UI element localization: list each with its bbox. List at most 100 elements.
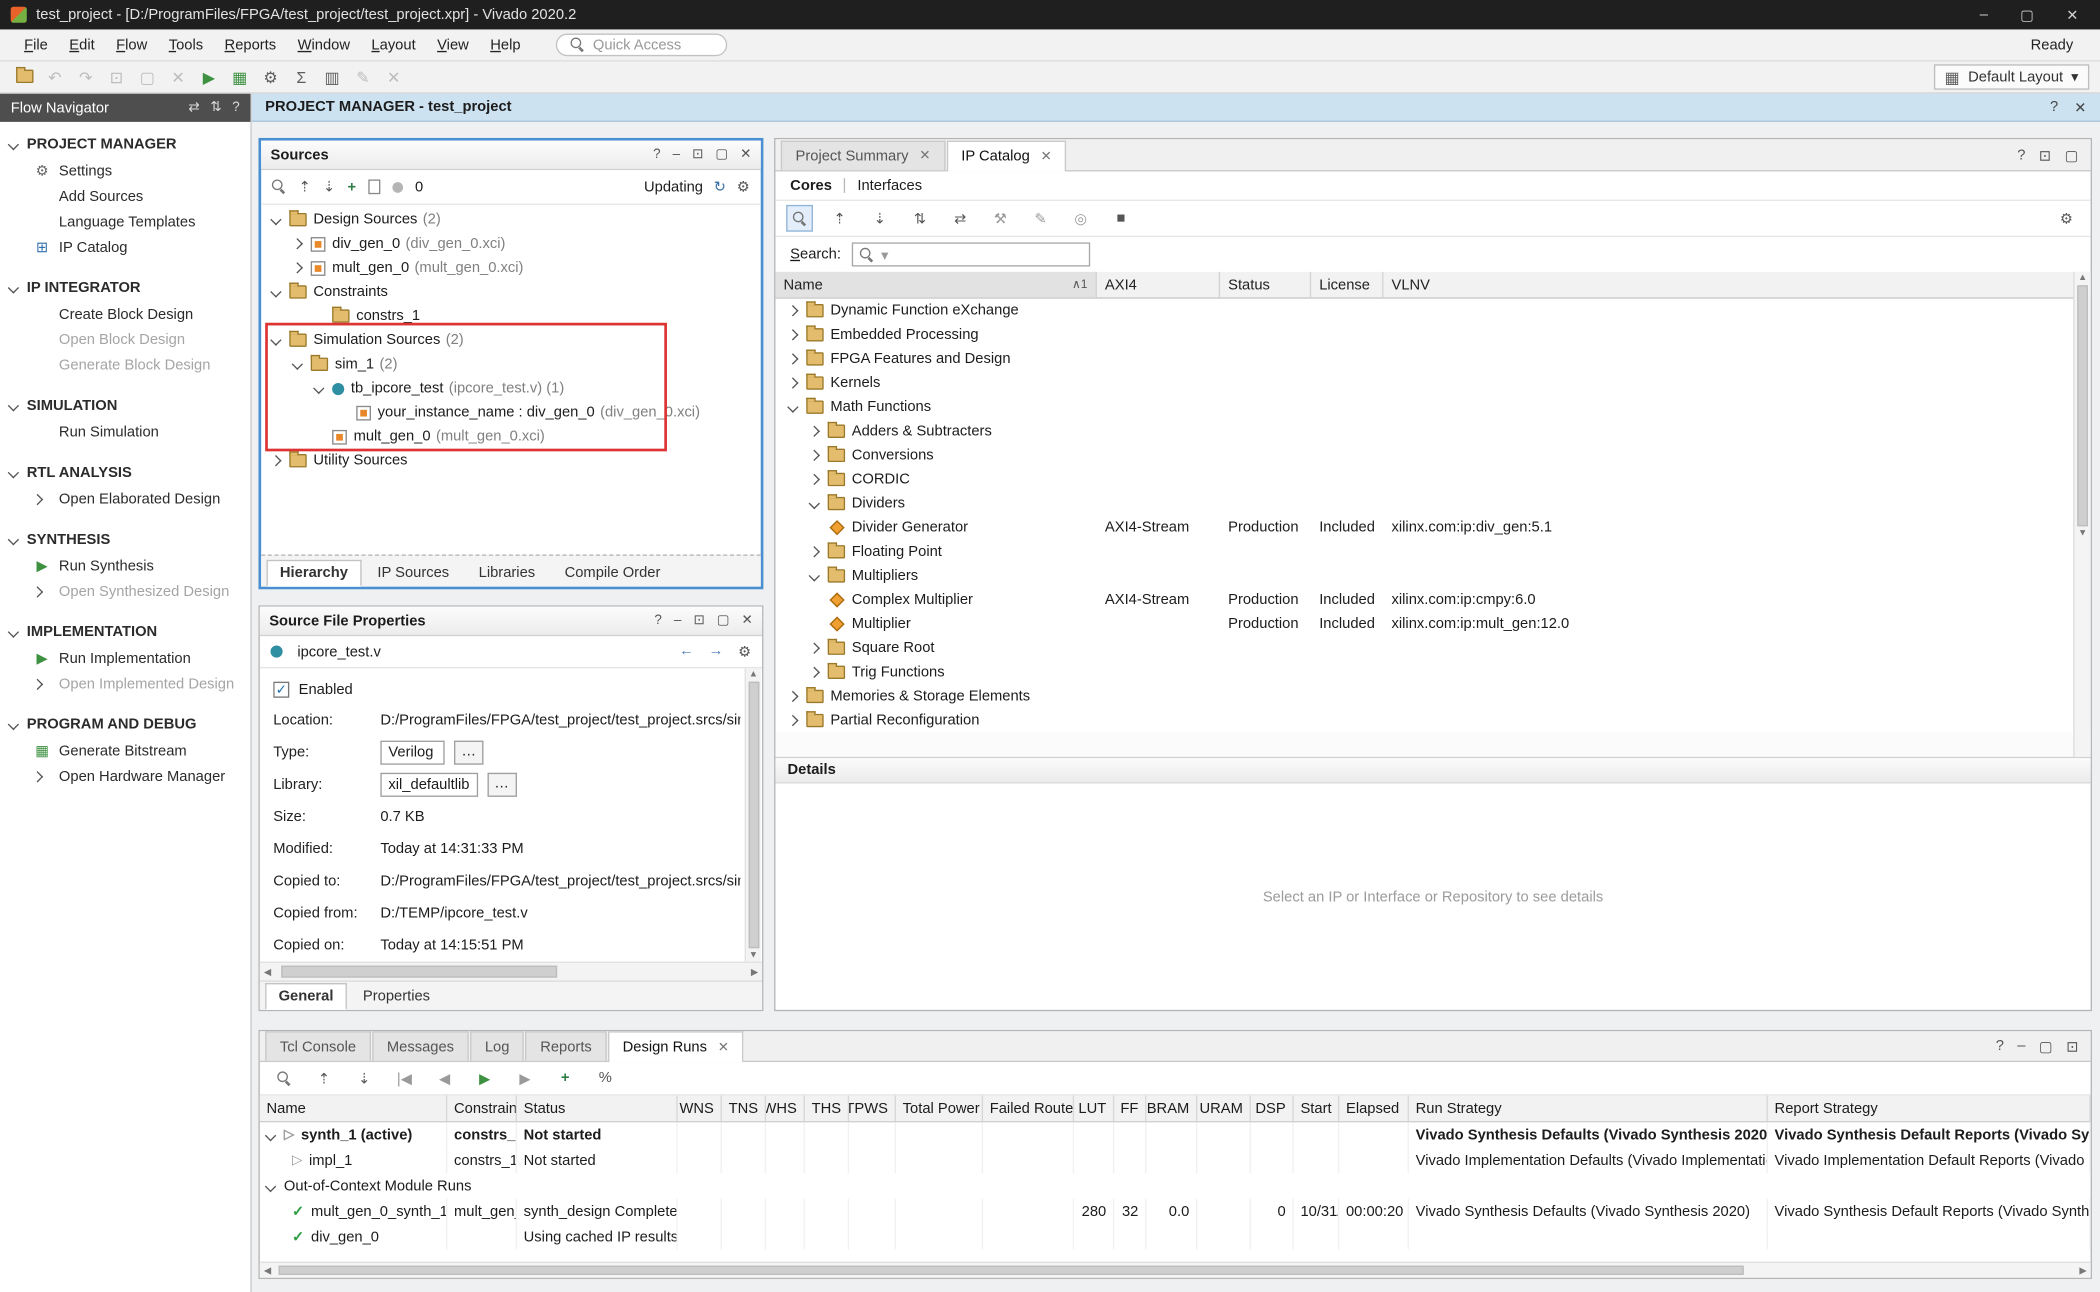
delete-icon[interactable]: ✕ xyxy=(165,68,192,87)
horizontal-scrollbar[interactable]: ◀ ▶ xyxy=(260,962,762,981)
expand-all-icon[interactable]: ⇣ xyxy=(323,178,335,195)
scroll-left-icon[interactable]: ◀ xyxy=(264,966,271,977)
sidebar-item-run-synthesis[interactable]: ▶Run Synthesis xyxy=(0,553,250,578)
create-run-icon[interactable]: + xyxy=(552,1065,579,1092)
scrollbar-thumb[interactable] xyxy=(281,966,557,978)
help-icon[interactable]: ? xyxy=(653,147,660,162)
chevron-down-icon[interactable] xyxy=(313,383,324,394)
run-icon[interactable]: ▶ xyxy=(196,68,223,87)
subtab-cores[interactable]: Cores xyxy=(790,177,832,193)
menu-reports[interactable]: Reports xyxy=(214,33,287,57)
scrollbar-thumb[interactable] xyxy=(279,1266,1744,1275)
launch-run-icon[interactable]: ▶ xyxy=(471,1065,498,1092)
column-header-report-strategy[interactable]: Report Strategy xyxy=(1768,1096,2091,1121)
scroll-right-icon[interactable]: ▶ xyxy=(751,966,758,977)
chevron-right-icon[interactable] xyxy=(787,715,798,726)
expand-all-icon[interactable]: ⇣ xyxy=(867,205,894,232)
close-icon[interactable]: ✕ xyxy=(741,613,752,628)
minimize-icon[interactable]: – xyxy=(673,147,680,162)
menu-edit[interactable]: Edit xyxy=(59,33,106,57)
sidebar-item-generate-bitstream[interactable]: ▦Generate Bitstream xyxy=(0,738,250,763)
column-header-whs[interactable]: WHS xyxy=(766,1096,805,1121)
column-header-elapsed[interactable]: Elapsed xyxy=(1339,1096,1409,1121)
chevron-right-icon[interactable] xyxy=(809,667,820,678)
ip-row-kernels[interactable]: Kernels xyxy=(775,371,2090,395)
sources-panel-header[interactable]: Sources ? – ⊡ ▢ ✕ xyxy=(261,141,761,170)
gear-icon[interactable]: ⚙ xyxy=(738,643,751,660)
sidebar-item-ip-catalog[interactable]: ⊞IP Catalog xyxy=(0,234,250,259)
sidebar-item-language-templates[interactable]: Language Templates xyxy=(0,209,250,234)
chevron-down-icon[interactable] xyxy=(270,286,281,297)
tree-item-tb-ipcore-test[interactable]: tb_ipcore_test(ipcore_test.v) (1) xyxy=(261,376,761,400)
menu-window[interactable]: Window xyxy=(287,33,361,57)
close-icon[interactable]: ✕ xyxy=(740,147,751,162)
report-sum-icon[interactable]: Σ xyxy=(288,68,315,87)
tab-compile-order[interactable]: Compile Order xyxy=(551,560,674,587)
chevron-right-icon[interactable] xyxy=(787,691,798,702)
report-icon[interactable]: ▥ xyxy=(319,68,346,87)
ip-row-math-functions[interactable]: Math Functions xyxy=(775,395,2090,419)
collapse-all-icon[interactable]: ⇡ xyxy=(311,1065,338,1092)
ip-row-multiplier[interactable]: MultiplierProductionIncludedxilinx.com:i… xyxy=(775,612,2090,636)
gear-icon[interactable]: ⚙ xyxy=(737,178,750,195)
float-icon[interactable]: ⊡ xyxy=(693,613,704,628)
close-icon[interactable]: ✕ xyxy=(718,1040,729,1055)
menu-layout[interactable]: Layout xyxy=(361,33,427,57)
vertical-scrollbar[interactable]: ▲ ▼ xyxy=(745,668,761,961)
scroll-up-icon[interactable]: ▲ xyxy=(2078,273,2087,282)
sidebar-item-open-elaborated-design[interactable]: Open Elaborated Design xyxy=(0,486,250,511)
scroll-right-icon[interactable]: ▶ xyxy=(2079,1265,2086,1276)
quick-access-search[interactable]: Quick Access xyxy=(555,33,726,56)
paste-icon[interactable]: ▢ xyxy=(134,68,161,87)
sidebar-item-add-sources[interactable]: Add Sources xyxy=(0,183,250,208)
open-folder-icon[interactable] xyxy=(11,68,38,87)
chevron-down-icon[interactable] xyxy=(809,570,820,581)
tree-item-your-instance-name[interactable]: your_instance_name : div_gen_0(div_gen_0… xyxy=(261,400,761,424)
column-header-total-power[interactable]: Total Power xyxy=(896,1096,983,1121)
target-icon[interactable]: ◎ xyxy=(1067,205,1094,232)
run-row-mult-gen-0-synth-1[interactable]: ✓mult_gen_0_synth_1 mult_gen_0 synth_des… xyxy=(260,1199,2091,1224)
tab-hierarchy[interactable]: Hierarchy xyxy=(267,560,362,587)
type-more-button[interactable]: … xyxy=(454,741,483,765)
chevron-right-icon[interactable] xyxy=(809,426,820,437)
menu-file[interactable]: File xyxy=(13,33,58,57)
sidebar-item-run-implementation[interactable]: ▶Run Implementation xyxy=(0,646,250,671)
maximize-icon[interactable]: ▢ xyxy=(2039,1038,2053,1055)
sidebar-item-open-implemented-design[interactable]: Open Implemented Design xyxy=(0,671,250,696)
file-icon[interactable] xyxy=(368,179,380,194)
tree-item-constraints[interactable]: Constraints xyxy=(261,280,761,304)
menu-tools[interactable]: Tools xyxy=(158,33,214,57)
column-header-run-strategy[interactable]: Run Strategy xyxy=(1409,1096,1768,1121)
tab-log[interactable]: Log xyxy=(470,1031,524,1060)
run-row-synth-1[interactable]: ▷synth_1 (active) constrs_1 Not started … xyxy=(260,1122,2091,1147)
redo-icon[interactable]: ↷ xyxy=(72,68,99,87)
chevron-right-icon[interactable] xyxy=(809,643,820,654)
tree-item-simulation-sources[interactable]: Simulation Sources(2) xyxy=(261,328,761,352)
run-row-impl-1[interactable]: ▷impl_1 constrs_1 Not started Vivado Imp… xyxy=(260,1148,2091,1173)
sidebar-item-settings[interactable]: ⚙Settings xyxy=(0,158,250,183)
tree-item-mult-gen-0-sim[interactable]: mult_gen_0(mult_gen_0.xci) xyxy=(261,425,761,449)
window-minimize-button[interactable]: – xyxy=(1980,6,1988,23)
menu-flow[interactable]: Flow xyxy=(105,33,158,57)
chevron-right-icon[interactable] xyxy=(809,546,820,557)
tree-item-design-sources[interactable]: Design Sources(2) xyxy=(261,208,761,232)
program-device-icon[interactable]: ▦ xyxy=(226,68,253,87)
search-icon[interactable] xyxy=(786,205,813,232)
tree-item-mult-gen-0[interactable]: mult_gen_0(mult_gen_0.xci) xyxy=(261,256,761,280)
column-header-failed-routes[interactable]: Failed Routes xyxy=(983,1096,1074,1121)
chevron-down-icon[interactable] xyxy=(809,498,820,509)
run-row-div-gen-0[interactable]: ✓div_gen_0 Using cached IP results xyxy=(260,1224,2091,1249)
maximize-icon[interactable]: ▢ xyxy=(715,147,728,162)
type-combo[interactable]: Verilog xyxy=(380,741,444,765)
chevron-down-icon[interactable] xyxy=(265,1180,276,1191)
column-header-status[interactable]: Status xyxy=(1220,272,1311,297)
column-header-uram[interactable]: URAM xyxy=(1197,1096,1251,1121)
column-header-lut[interactable]: LUT xyxy=(1074,1096,1114,1121)
ip-row-conversions[interactable]: Conversions xyxy=(775,443,2090,467)
enabled-checkbox[interactable]: ✓ xyxy=(273,682,289,698)
tab-reports[interactable]: Reports xyxy=(525,1031,606,1060)
minimize-icon[interactable]: – xyxy=(674,613,681,628)
ip-row-trig-functions[interactable]: Trig Functions xyxy=(775,660,2090,684)
ip-row-complex-multiplier[interactable]: Complex MultiplierAXI4-StreamProductionI… xyxy=(775,588,2090,612)
tree-item-div-gen-0[interactable]: div_gen_0(div_gen_0.xci) xyxy=(261,232,761,256)
